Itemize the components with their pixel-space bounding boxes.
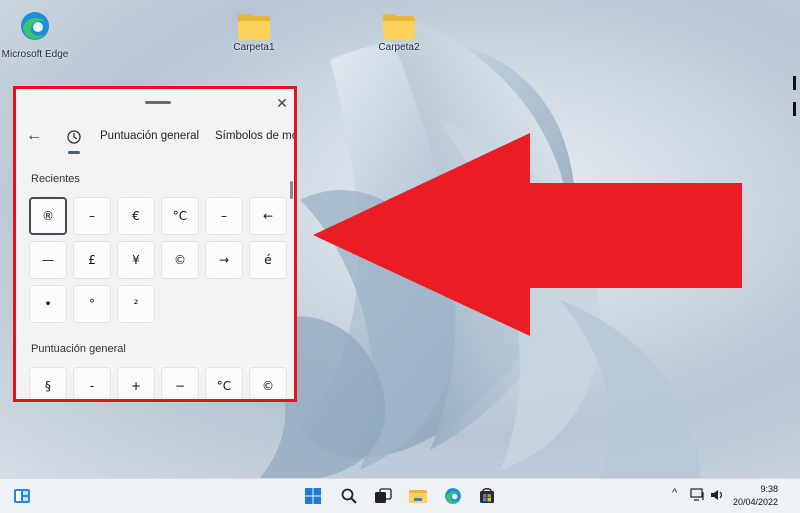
symbol-key[interactable]: °C bbox=[161, 197, 199, 235]
store-icon bbox=[480, 488, 494, 503]
symbol-key[interactable]: § bbox=[29, 367, 67, 399]
symbol-key[interactable]: + bbox=[117, 367, 155, 399]
symbol-key[interactable]: © bbox=[161, 241, 199, 279]
taskbar: ^ 9:38 20/04/2022 bbox=[0, 478, 800, 513]
scrollbar-thumb[interactable] bbox=[290, 181, 293, 199]
search-button[interactable] bbox=[339, 486, 359, 506]
symbol-key[interactable]: — bbox=[29, 241, 67, 279]
file-explorer-button[interactable] bbox=[408, 486, 428, 506]
edge-icon bbox=[445, 488, 461, 504]
symbol-key[interactable]: © bbox=[249, 367, 287, 399]
task-view-icon bbox=[375, 488, 392, 503]
clock[interactable]: 9:38 20/04/2022 bbox=[733, 483, 778, 509]
symbol-key[interactable]: ² bbox=[117, 285, 155, 323]
section-title-punctuation: Puntuación general bbox=[31, 343, 126, 355]
clock-date: 20/04/2022 bbox=[732, 497, 778, 507]
symbol-key[interactable]: ° bbox=[73, 285, 111, 323]
widgets-icon bbox=[14, 489, 30, 503]
task-view-button[interactable] bbox=[373, 486, 393, 506]
close-button[interactable]: ✕ bbox=[274, 95, 290, 111]
emoji-panel: ✕ ← Puntuación general Símbolos de mo Re… bbox=[16, 89, 294, 399]
symbol-key[interactable]: é bbox=[249, 241, 287, 279]
start-button[interactable] bbox=[303, 486, 323, 506]
symbol-key[interactable]: ← bbox=[249, 197, 287, 235]
symbol-key[interactable]: – bbox=[205, 197, 243, 235]
symbol-key[interactable]: ® bbox=[29, 197, 67, 235]
symbol-key[interactable]: ¥ bbox=[117, 241, 155, 279]
network-icon[interactable] bbox=[690, 488, 706, 502]
symbol-key[interactable]: → bbox=[205, 241, 243, 279]
edge-taskbar-button[interactable] bbox=[443, 486, 463, 506]
emoji-panel-highlight-frame: ✕ ← Puntuación general Símbolos de mo Re… bbox=[13, 86, 297, 402]
symbol-key[interactable]: − bbox=[161, 367, 199, 399]
tray-chevron[interactable]: ^ bbox=[672, 487, 677, 499]
symbol-key[interactable]: - bbox=[73, 367, 111, 399]
symbol-key[interactable]: °C bbox=[205, 367, 243, 399]
volume-icon[interactable] bbox=[710, 488, 724, 502]
clock-icon[interactable] bbox=[66, 129, 82, 145]
clock-time: 9:38 bbox=[760, 484, 778, 494]
search-icon bbox=[341, 488, 357, 504]
widgets-button[interactable] bbox=[12, 486, 32, 506]
start-icon bbox=[305, 488, 321, 504]
file-explorer-icon bbox=[409, 490, 427, 503]
back-button[interactable]: ← bbox=[26, 127, 42, 145]
symbol-key[interactable]: • bbox=[29, 285, 67, 323]
tab-currency-symbols[interactable]: Símbolos de mo bbox=[215, 130, 294, 142]
symbol-key[interactable]: – bbox=[73, 197, 111, 235]
drag-handle[interactable] bbox=[145, 101, 171, 104]
section-title-recent: Recientes bbox=[31, 173, 80, 185]
store-button[interactable] bbox=[477, 486, 497, 506]
active-tab-indicator bbox=[68, 151, 80, 154]
symbol-key[interactable]: € bbox=[117, 197, 155, 235]
tab-general-punctuation[interactable]: Puntuación general bbox=[100, 130, 199, 142]
symbol-key[interactable]: £ bbox=[73, 241, 111, 279]
panel-nav: ← Puntuación general Símbolos de mo bbox=[16, 127, 294, 155]
